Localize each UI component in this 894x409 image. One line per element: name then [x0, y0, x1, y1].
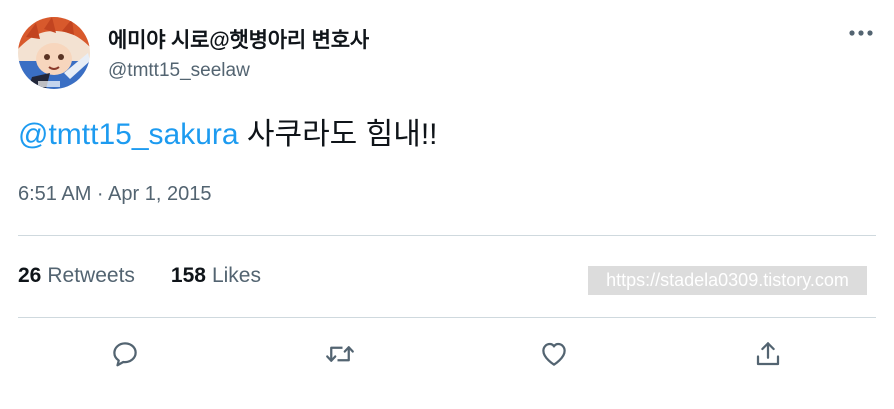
likes-count: 158: [170, 264, 206, 287]
retweets-stat[interactable]: 26 Retweets: [18, 264, 135, 288]
retweet-button[interactable]: [322, 336, 358, 372]
divider: [18, 235, 876, 236]
avatar[interactable]: [18, 17, 90, 89]
share-button[interactable]: [750, 336, 786, 372]
share-icon: [756, 342, 780, 366]
likes-stat[interactable]: 158 Likes: [171, 264, 261, 288]
avatar-image: [18, 17, 90, 89]
mention-link[interactable]: @tmtt15_sakura: [18, 118, 239, 151]
retweet-icon: [326, 346, 354, 362]
display-name[interactable]: 에미야 시로@햇병아리 변호사: [108, 24, 369, 54]
tweet-text: @tmtt15_sakura 사쿠라도 힘내!!: [18, 115, 438, 155]
more-options-button[interactable]: [844, 20, 878, 46]
reply-button[interactable]: [107, 336, 143, 372]
tweet-card: 에미야 시로@햇병아리 변호사 @tmtt15_seelaw @tmtt15_s…: [0, 0, 894, 409]
tweet-timestamp[interactable]: 6:51 AM · Apr 1, 2015: [18, 183, 211, 206]
retweets-count: 26: [18, 264, 42, 287]
heart-icon: [542, 342, 566, 366]
watermark-url: https://stadela0309.tistory.com: [588, 266, 867, 295]
more-horizontal-icon: [849, 30, 873, 36]
divider: [18, 317, 876, 318]
user-handle[interactable]: @tmtt15_seelaw: [108, 60, 250, 82]
retweets-label: Retweets: [47, 264, 135, 287]
tweet-body: 사쿠라도 힘내!!: [238, 118, 438, 151]
likes-label: Likes: [211, 264, 261, 287]
like-button[interactable]: [536, 336, 572, 372]
engagement-stats: 26 Retweets 158 Likes: [18, 264, 261, 288]
reply-icon: [113, 342, 137, 367]
